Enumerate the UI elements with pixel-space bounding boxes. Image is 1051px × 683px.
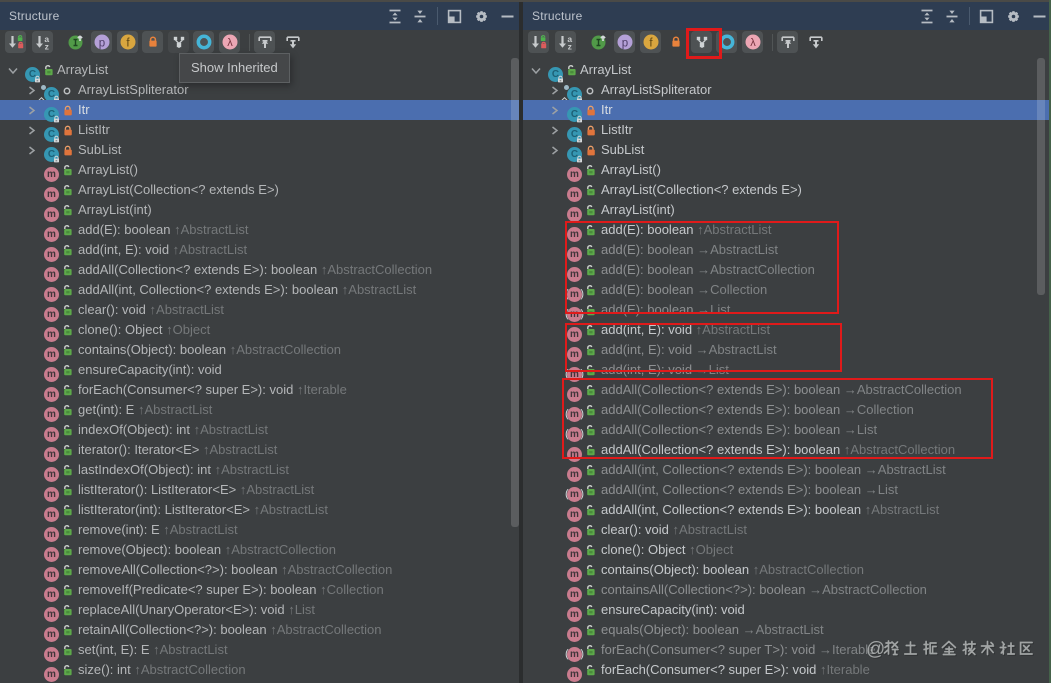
svg-text:@: @ <box>866 639 885 660</box>
